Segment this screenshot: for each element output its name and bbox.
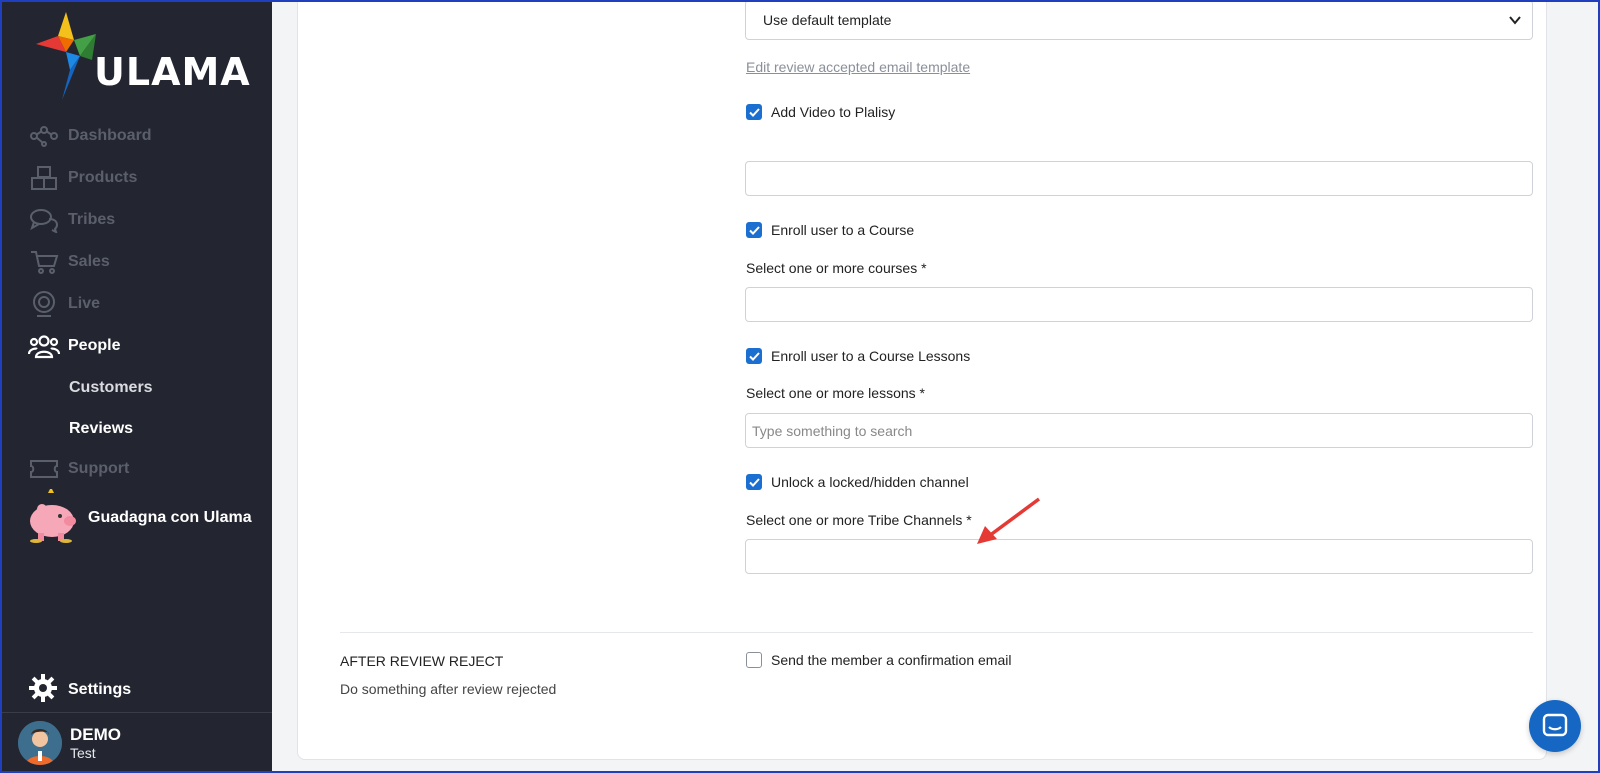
- add-video-label: Add Video to Plalisy: [771, 104, 896, 120]
- chat-icon: [1542, 713, 1568, 737]
- checkmark-icon: [748, 351, 760, 361]
- user-divider: [0, 712, 272, 713]
- unlock-channel-checkbox[interactable]: [746, 474, 762, 490]
- cart-icon: [28, 248, 60, 276]
- people-icon: [28, 332, 60, 360]
- tribe-channels-input[interactable]: [745, 539, 1533, 574]
- tribe-channels-field-label: Select one or more Tribe Channels *: [746, 512, 972, 528]
- lessons-search-input[interactable]: [745, 413, 1533, 448]
- add-video-checkbox-row[interactable]: Add Video to Plalisy: [746, 104, 895, 120]
- chevron-down-icon: [1508, 13, 1522, 30]
- nav-dashboard[interactable]: Dashboard: [28, 120, 258, 152]
- promo-label: Guadagna con Ulama: [88, 509, 252, 526]
- user-subtitle: Test: [70, 745, 96, 761]
- settings-card: [297, 0, 1547, 760]
- enroll-course-checkbox-row[interactable]: Enroll user to a Course: [746, 222, 914, 238]
- nav-label: Dashboard: [68, 127, 152, 144]
- chat-launcher-button[interactable]: [1529, 700, 1581, 752]
- nav-settings[interactable]: Settings: [28, 673, 132, 708]
- gear-icon: [28, 673, 58, 708]
- unlock-channel-checkbox-row[interactable]: Unlock a locked/hidden channel: [746, 474, 969, 490]
- webcam-icon: [28, 290, 60, 318]
- ticket-icon: [28, 455, 60, 483]
- nav-label: People: [68, 337, 121, 354]
- enroll-lessons-checkbox-row[interactable]: Enroll user to a Course Lessons: [746, 348, 970, 364]
- checkmark-icon: [748, 107, 760, 117]
- checkmark-icon: [748, 225, 760, 235]
- nav-tribes[interactable]: Tribes: [28, 204, 258, 236]
- confirmation-email-label: Send the member a confirmation email: [771, 652, 1012, 668]
- sidebar: ULAMA Dashboard Products Tribes Sales Li…: [0, 0, 272, 773]
- nav-label: Tribes: [68, 211, 116, 228]
- enroll-lessons-label: Enroll user to a Course Lessons: [771, 348, 971, 364]
- nav-label: Products: [68, 169, 138, 186]
- ulama-logo[interactable]: ULAMA: [36, 12, 250, 102]
- boxes-icon: [28, 164, 60, 192]
- nav-support[interactable]: Support: [28, 453, 258, 485]
- playlist-input[interactable]: [745, 161, 1533, 196]
- email-template-select[interactable]: Use default template: [745, 0, 1533, 40]
- enroll-course-checkbox[interactable]: [746, 222, 762, 238]
- sub-nav-customers[interactable]: Customers: [69, 379, 153, 397]
- nav-label: Support: [68, 460, 130, 477]
- enroll-lessons-checkbox[interactable]: [746, 348, 762, 364]
- promo-guadagna[interactable]: Guadagna con Ulama: [26, 486, 266, 548]
- nav-live[interactable]: Live: [28, 288, 258, 320]
- network-icon: [28, 122, 60, 150]
- after-review-reject-title: AFTER REVIEW REJECT: [340, 653, 504, 669]
- settings-label: Settings: [68, 681, 132, 698]
- user-name: DEMO: [70, 725, 121, 744]
- user-profile[interactable]: DEMO Test: [18, 721, 121, 765]
- nav-label: Live: [68, 295, 101, 312]
- nav-label: Sales: [68, 253, 110, 270]
- nav-products[interactable]: Products: [28, 162, 258, 194]
- avatar: [18, 721, 62, 765]
- nav-people[interactable]: People: [28, 330, 258, 362]
- logo-text: ULAMA: [94, 50, 251, 94]
- courses-input[interactable]: [745, 287, 1533, 322]
- select-value: Use default template: [763, 12, 892, 28]
- enroll-course-label: Enroll user to a Course: [771, 222, 915, 238]
- section-divider: [340, 632, 1533, 633]
- checkmark-icon: [748, 477, 760, 487]
- nav-sales[interactable]: Sales: [28, 246, 258, 278]
- after-review-reject-description: Do something after review rejected: [340, 681, 557, 697]
- lessons-field-label: Select one or more lessons *: [746, 385, 925, 401]
- piggy-bank-icon: [26, 486, 78, 548]
- confirmation-email-checkbox-row[interactable]: Send the member a confirmation email: [746, 652, 1011, 668]
- edit-template-link[interactable]: Edit review accepted email template: [746, 59, 970, 75]
- sub-nav-reviews[interactable]: Reviews: [69, 420, 133, 438]
- confirmation-email-checkbox[interactable]: [746, 652, 762, 668]
- courses-field-label: Select one or more courses *: [746, 260, 927, 276]
- chat-bubbles-icon: [28, 206, 60, 234]
- add-video-checkbox[interactable]: [746, 104, 762, 120]
- unlock-channel-label: Unlock a locked/hidden channel: [771, 474, 969, 490]
- red-arrow-annotation-icon: [977, 497, 1041, 544]
